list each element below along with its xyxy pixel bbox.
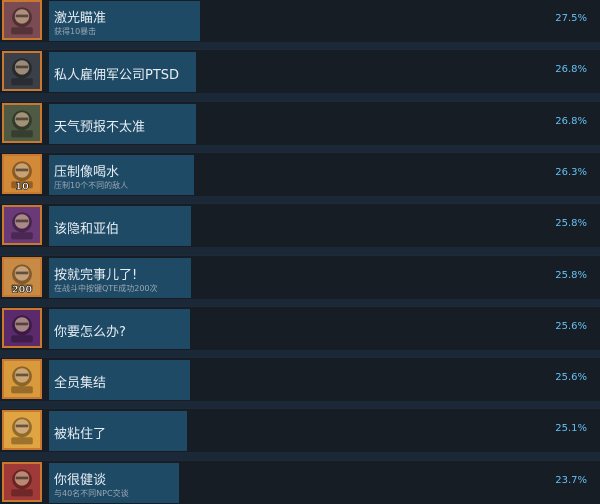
unlock-percentage: 25.6% [555,372,587,383]
laser-rifle-icon [2,0,42,40]
achievement-title: 该隐和亚伯 [54,222,120,237]
achievement-description: 与40名不同NPC交谈 [54,489,129,498]
svg-text:200: 200 [12,284,33,295]
achievement-row: 200 按就完事儿了! 在战斗中按键QTE成功200次 25.8% [0,255,600,299]
achievement-row: 私人雇佣军公司PTSD 26.8% [0,49,600,93]
unlock-percentage: 23.7% [555,475,587,486]
achievement-row: 你很健谈 与40名不同NPC交谈 23.7% [0,460,600,504]
masked-soldier-icon [2,51,42,91]
achievement-row: 全员集结 25.6% [0,357,600,401]
achievement-title: 你要怎么办? [54,325,126,340]
achievement-row: 10 压制像喝水 压制10个不同的敌人 26.3% [0,152,600,196]
fist-10-icon: 10 [2,154,42,194]
totem-mask-icon [2,462,42,502]
bearded-man-icon [2,103,42,143]
unlock-percentage: 26.8% [555,116,587,127]
achievement-title: 全员集结 [54,376,107,391]
achievement-row: 你要怎么办? 25.6% [0,306,600,350]
achievement-description: 压制10个不同的敌人 [54,181,129,190]
achievement-row: 被粘住了 25.1% [0,408,600,452]
achievement-description: 在战斗中按键QTE成功200次 [54,284,158,293]
achievement-title: 天气预报不太准 [54,120,146,135]
unlock-percentage: 25.1% [555,423,587,434]
crocodile-icon [2,410,42,450]
unlock-percentage: 25.6% [555,321,587,332]
achievement-title: 激光瞄准 [54,11,107,26]
achievement-title: 你很健谈 [54,473,107,488]
unlock-percentage: 26.3% [555,167,587,178]
unlock-percentage: 25.8% [555,218,587,229]
squad-huddle-icon [2,359,42,399]
achievement-row: 激光瞄准 获得10暴击 27.5% [0,0,600,42]
purple-bandana-brute-icon [2,308,42,348]
svg-text:10: 10 [15,181,29,192]
unlock-percentage: 26.8% [555,64,587,75]
achievement-title: 被粘住了 [54,427,107,442]
unlock-percentage: 27.5% [555,13,587,24]
achievement-title: 按就完事儿了! [54,268,138,283]
achievement-title: 压制像喝水 [54,165,120,180]
achievement-list: 激光瞄准 获得10暴击 27.5% 私人雇佣军公司PTSD 26.8% 天气预报不太准 26… [0,0,600,504]
achievement-title: 私人雇佣军公司PTSD [54,68,180,83]
achievement-row: 该隐和亚伯 25.8% [0,203,600,247]
achievement-description: 获得10暴击 [54,27,97,36]
achievement-row: 天气预报不太准 26.8% [0,101,600,145]
punching-fist-200-icon: 200 [2,257,42,297]
purple-bandana-brute-icon [2,205,42,245]
unlock-percentage: 25.8% [555,270,587,281]
